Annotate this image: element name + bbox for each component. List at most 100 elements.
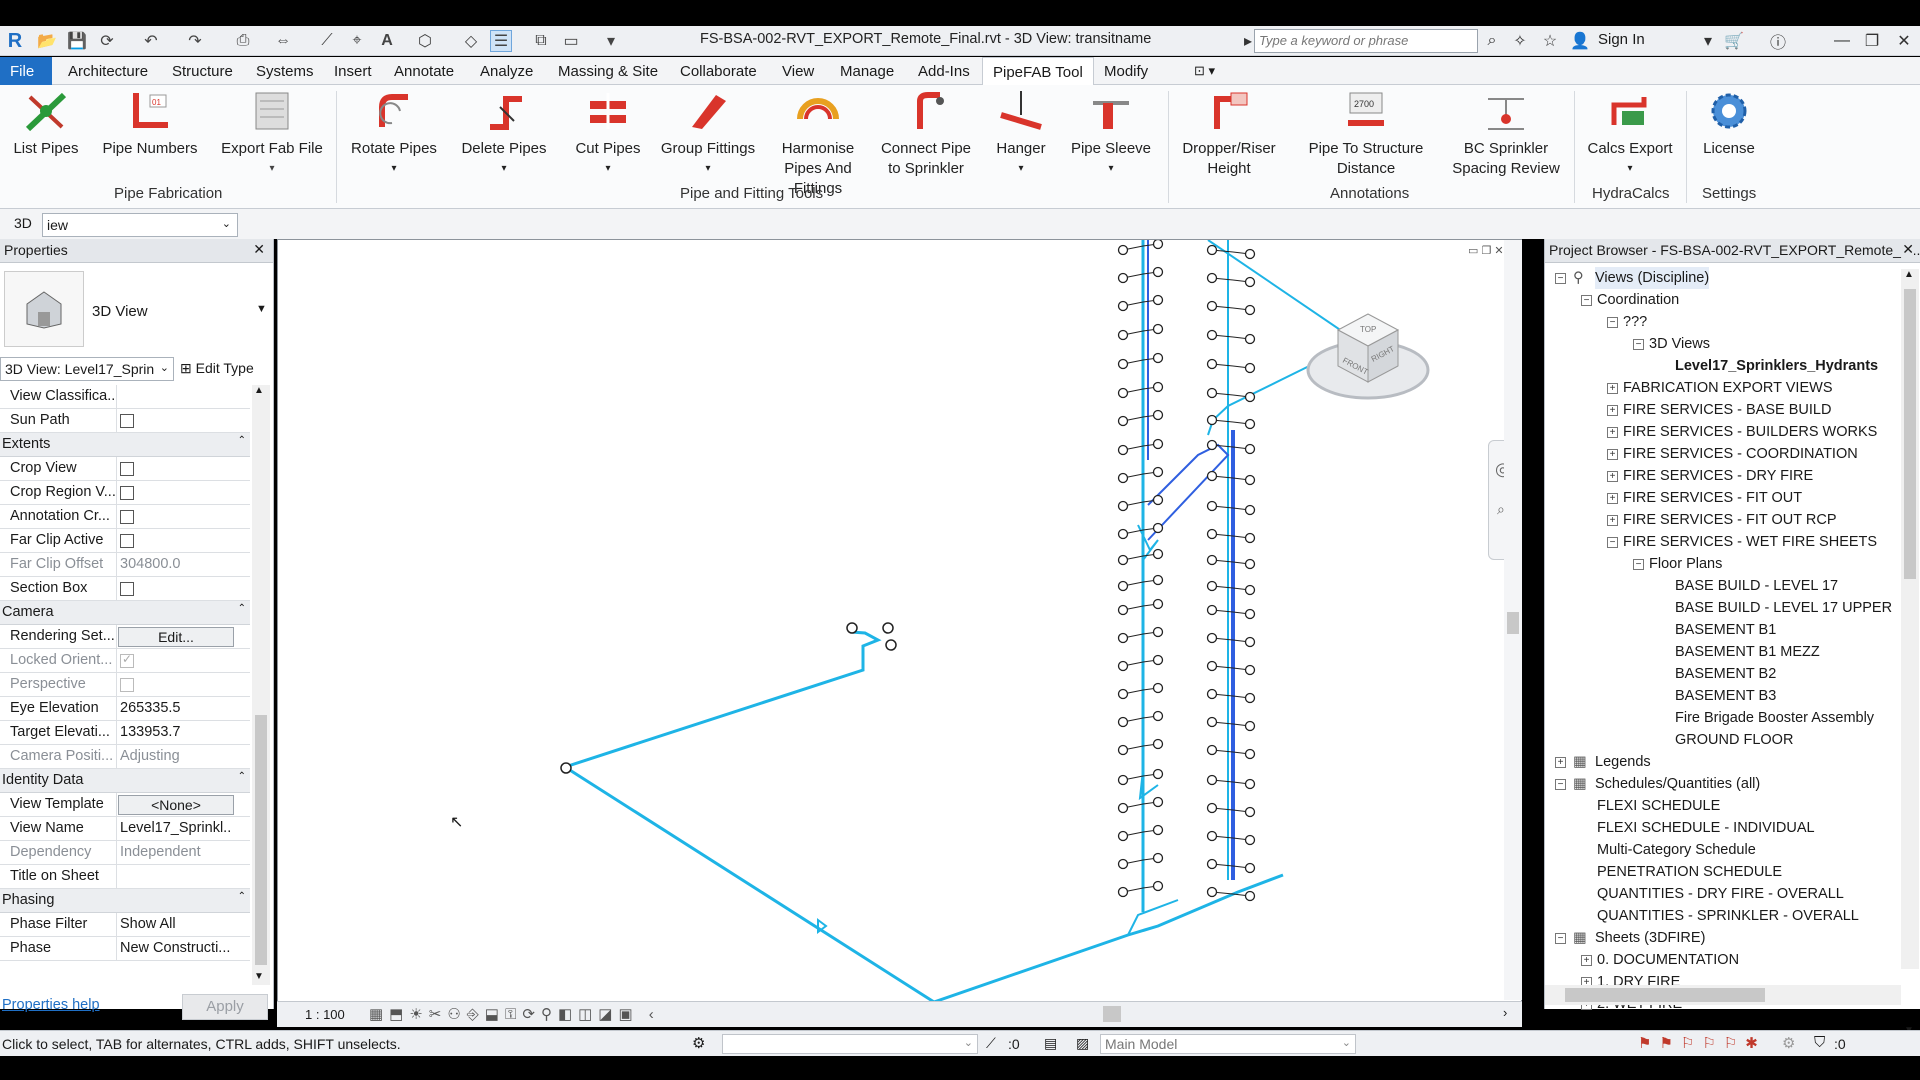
redo-icon[interactable]: ↷ (184, 30, 206, 52)
section-icon[interactable]: ◇ (460, 30, 482, 52)
instance-selector[interactable]: 3D View: Level17_Sprin ⌄ (0, 357, 174, 381)
section-camera[interactable]: Camera ⌃ (0, 601, 250, 625)
browser-item[interactable]: FABRICATION EXPORT VIEWS (1623, 377, 1833, 399)
sun-path-checkbox[interactable] (120, 414, 134, 428)
close-hidden-icon[interactable]: ⧉ (530, 30, 552, 52)
canvas-horizontal-scrollbar-thumb[interactable] (1103, 1006, 1121, 1022)
expand-toggle-icon[interactable]: + (1607, 493, 1618, 504)
browser-item[interactable]: Legends (1595, 751, 1651, 773)
subscription-icon[interactable]: ✧ (1508, 30, 1532, 52)
browser-item[interactable]: FIRE SERVICES - DRY FIRE (1623, 465, 1813, 487)
close-icon[interactable]: ✕ (253, 241, 265, 258)
expand-toggle-icon[interactable]: + (1607, 383, 1618, 394)
selection-settings-icons[interactable]: ⚑⚑⚐⚐⚐✱ (1638, 1034, 1766, 1052)
browser-item[interactable]: QUANTITIES - DRY FIRE - OVERALL (1597, 883, 1844, 905)
browser-item[interactable]: FLEXI SCHEDULE - INDIVIDUAL (1597, 817, 1815, 839)
dropdown-arrow-icon[interactable]: ▾ (1696, 30, 1720, 52)
connect-pipe-to-sprinkler-button[interactable]: Connect Pipe to Sprinkler (874, 89, 978, 179)
prop-phase-filter[interactable]: Phase Filter Show All (0, 913, 250, 937)
prop-crop-region-visible[interactable]: Crop Region V... (0, 481, 250, 505)
design-option-dropdown[interactable]: Main Model ⌄ (1100, 1034, 1356, 1054)
close-icon[interactable]: ✕ (1902, 241, 1914, 258)
undo-icon[interactable]: ↶ (140, 30, 162, 52)
calcs-export-button[interactable]: Calcs Export ▾ (1584, 89, 1676, 179)
browser-item[interactable]: BASEMENT B3 (1675, 685, 1776, 707)
pipe-to-structure-distance-button[interactable]: 2700 Pipe To Structure Distance (1298, 89, 1434, 179)
minimize-icon[interactable]: — (1830, 30, 1854, 52)
revit-logo-icon[interactable]: R (4, 30, 26, 52)
hanger-button[interactable]: Hanger ▾ (988, 89, 1054, 179)
collapse-toggle-icon[interactable]: − (1555, 779, 1566, 790)
collapse-toggle-icon[interactable]: − (1555, 273, 1566, 284)
list-pipes-button[interactable]: List Pipes (6, 89, 86, 159)
tab-file[interactable]: File (0, 57, 52, 85)
browser-item[interactable]: FLEXI SCHEDULE (1597, 795, 1720, 817)
license-button[interactable]: License (1692, 89, 1766, 159)
browser-item[interactable]: BASEMENT B2 (1675, 663, 1776, 685)
prop-view-classification[interactable]: View Classifica... (0, 385, 250, 409)
rotate-pipes-button[interactable]: Rotate Pipes ▾ (344, 89, 444, 179)
browser-item[interactable]: Fire Brigade Booster Assembly (1675, 707, 1874, 729)
collapse-toggle-icon[interactable]: − (1633, 559, 1644, 570)
restore-icon[interactable]: ❐ (1860, 30, 1884, 52)
browser-item[interactable]: PENETRATION SCHEDULE (1597, 861, 1782, 883)
close-icon[interactable]: ✕ (1892, 30, 1916, 52)
cart-icon[interactable]: 🛒 (1722, 30, 1746, 52)
type-dropdown-arrow-icon[interactable]: ▼ (256, 303, 267, 315)
cut-pipes-button[interactable]: Cut Pipes ▾ (568, 89, 648, 179)
view-scale[interactable]: 1 : 100 (305, 1007, 345, 1022)
tab-systems[interactable]: Systems (246, 57, 324, 85)
thin-lines-icon[interactable]: ☰ (490, 30, 512, 52)
tab-structure[interactable]: Structure (162, 57, 243, 85)
sync-icon[interactable]: ⟳ (96, 30, 118, 52)
browser-item[interactable]: 0. DOCUMENTATION (1597, 949, 1739, 971)
prop-section-box[interactable]: Section Box (0, 577, 250, 601)
browser-item[interactable]: Sheets (3DFIRE) (1595, 927, 1705, 949)
browser-horizontal-scrollbar[interactable] (1545, 985, 1901, 1005)
view-template-button[interactable]: <None> (118, 795, 234, 815)
browser-item[interactable]: BASEMENT B1 MEZZ (1675, 641, 1820, 663)
view-cube[interactable]: TOP FRONT RIGHT (1306, 313, 1430, 400)
expand-toggle-icon[interactable]: + (1607, 471, 1618, 482)
user-icon[interactable]: 👤 (1568, 30, 1592, 52)
view-control-icons[interactable]: ▦⬒☀✂⚇⎆⬓⚿⟳⚲◧◫◪▣ ‹ (369, 1005, 660, 1023)
export-fab-file-button[interactable]: Export Fab File ▾ (220, 89, 324, 179)
canvas-vertical-scrollbar[interactable] (1504, 240, 1522, 1000)
section-extents[interactable]: Extents ⌃ (0, 433, 250, 457)
browser-item[interactable]: Coordination (1597, 289, 1679, 311)
collapse-toggle-icon[interactable]: − (1607, 537, 1618, 548)
browser-item[interactable]: FIRE SERVICES - COORDINATION (1623, 443, 1858, 465)
tab-modify[interactable]: Modify (1094, 57, 1158, 85)
tab-manage[interactable]: Manage (830, 57, 904, 85)
apply-button[interactable]: Apply (182, 994, 268, 1020)
customize-qat-icon[interactable]: ▾ (600, 30, 622, 52)
rendering-edit-button[interactable]: Edit... (118, 627, 234, 647)
browser-item[interactable]: GROUND FLOOR (1675, 729, 1793, 751)
editing-requests-icon[interactable]: ⟋ (986, 1035, 996, 1052)
tab-view[interactable]: View (772, 57, 824, 85)
browser-item[interactable]: BASE BUILD - LEVEL 17 (1675, 575, 1838, 597)
prop-sun-path[interactable]: Sun Path (0, 409, 250, 433)
workset-dropdown[interactable]: ⌄ (722, 1034, 978, 1054)
text-icon[interactable]: A (376, 30, 398, 52)
expand-toggle-icon[interactable]: + (1581, 955, 1592, 966)
print-icon[interactable]: ⎙ (232, 30, 254, 52)
collapse-toggle-icon[interactable]: − (1607, 317, 1618, 328)
bc-sprinkler-spacing-review-button[interactable]: BC Sprinkler Spacing Review (1446, 89, 1566, 179)
prop-view-name[interactable]: View Name Level17_Sprinkl... (0, 817, 250, 841)
browser-item[interactable]: FIRE SERVICES - FIT OUT RCP (1623, 509, 1837, 531)
ribbon-toggle-icon[interactable]: ⊡ ▾ (1184, 57, 1225, 85)
model-icon[interactable]: ▨ (1076, 1035, 1089, 1052)
crop-region-checkbox[interactable] (120, 486, 134, 500)
prop-phase[interactable]: Phase New Constructi... (0, 937, 250, 961)
tab-massing-site[interactable]: Massing & Site (548, 57, 668, 85)
binoculars-icon[interactable]: ⌕ (1480, 30, 1504, 52)
browser-scrollbar[interactable]: ▲ ▼ (1901, 269, 1919, 1036)
browser-item[interactable]: Multi-Category Schedule (1597, 839, 1756, 861)
3d-view-canvas[interactable]: TOP FRONT RIGHT ▭ ❐ ✕ ◎ ⌕ ↖ (277, 238, 1522, 1009)
prop-far-clip-active[interactable]: Far Clip Active (0, 529, 250, 553)
prop-annotation-crop[interactable]: Annotation Cr... (0, 505, 250, 529)
expand-toggle-icon[interactable]: + (1607, 427, 1618, 438)
section-identity-data[interactable]: Identity Data ⌃ (0, 769, 250, 793)
measure-icon[interactable]: ⇔ (272, 30, 294, 52)
